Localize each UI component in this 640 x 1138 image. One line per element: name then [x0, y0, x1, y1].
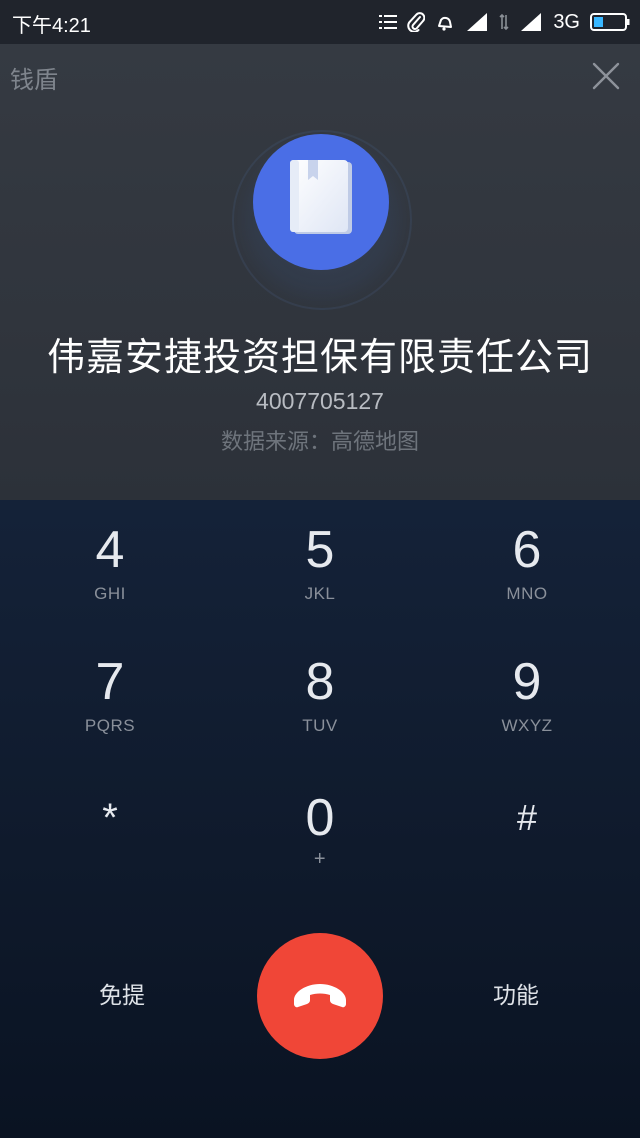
caller-info-panel: 钱盾 伟嘉安捷投资担保有限责任公司 4007705127 数据来源：高德地图 [0, 44, 640, 500]
caller-name: 伟嘉安捷投资担保有限责任公司 [46, 335, 593, 379]
key-hash[interactable]: # [427, 790, 627, 900]
key-digit: 6 [512, 521, 542, 579]
key-7[interactable]: 7 PQRS [10, 654, 210, 764]
key-digit: * [102, 796, 118, 840]
key-letters: MNO [506, 584, 548, 603]
bell-icon [435, 12, 455, 32]
signal-strength-2-icon [519, 12, 543, 32]
speaker-button[interactable]: 免提 [42, 976, 202, 1010]
key-letters: PQRS [84, 716, 136, 735]
status-time: 下午4:21 [12, 15, 91, 37]
paperclip-icon [407, 12, 426, 32]
network-type: 3G [553, 10, 580, 33]
key-letters: WXYZ [501, 716, 553, 735]
key-digit: 9 [512, 653, 542, 711]
book-icon [290, 160, 352, 234]
key-digit: 0 [305, 789, 335, 847]
dial-keypad: 4 GHI 5 JKL 6 MNO 7 PQRS 8 TUV 9 WXYZ * … [0, 500, 640, 920]
key-0[interactable]: 0 + [220, 790, 420, 900]
close-icon [592, 62, 620, 90]
function-button[interactable]: 功能 [436, 976, 596, 1010]
close-button[interactable] [586, 56, 626, 96]
key-letters: TUV [302, 716, 338, 735]
app-label: 钱盾 [10, 66, 58, 94]
key-letters: + [313, 848, 327, 870]
key-6[interactable]: 6 MNO [427, 522, 627, 632]
key-5[interactable]: 5 JKL [220, 522, 420, 632]
hang-up-button[interactable] [257, 933, 383, 1059]
avatar [253, 134, 389, 270]
list-icon [379, 14, 398, 30]
in-call-screen: 下午4:21 3G 钱盾 伟嘉安捷投资担保有限责任公司 4007705127 数… [0, 0, 640, 1138]
key-8[interactable]: 8 TUV [220, 654, 420, 764]
key-letters: JKL [304, 584, 336, 603]
key-4[interactable]: 4 GHI [10, 522, 210, 632]
key-digit: 5 [305, 521, 335, 579]
status-icons: 3G [379, 8, 630, 36]
key-digit: 8 [305, 653, 335, 711]
key-letters: GHI [94, 584, 126, 603]
key-digit: 4 [95, 521, 125, 579]
key-star[interactable]: * [10, 790, 210, 900]
data-source-label: 数据来源：高德地图 [220, 430, 419, 455]
signal-strength-icon [465, 12, 489, 32]
key-digit: 7 [95, 653, 125, 711]
data-transfer-icon [499, 13, 509, 31]
battery-icon [590, 12, 630, 32]
key-digit: # [516, 797, 538, 838]
key-9[interactable]: 9 WXYZ [427, 654, 627, 764]
status-bar: 下午4:21 3G [0, 0, 640, 44]
phone-hangup-icon [294, 984, 346, 1008]
caller-number: 4007705127 [256, 388, 384, 414]
